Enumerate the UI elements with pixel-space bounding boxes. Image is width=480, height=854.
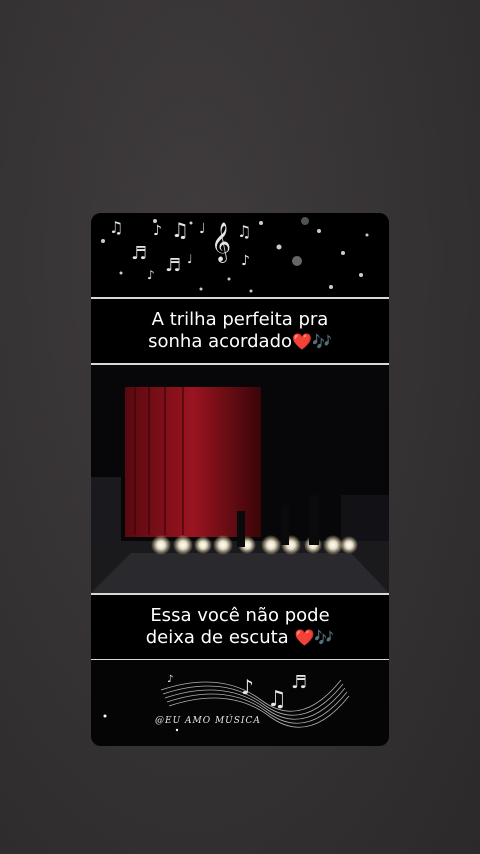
heart-music-emoji: ❤️🎶: [294, 628, 335, 647]
svg-text:♪: ♪: [241, 253, 250, 269]
watermark: @EU AMO MÚSICA: [155, 716, 261, 726]
video-card[interactable]: ♫ ♬ ♪ ♫ ♩ 𝄞 ♫ ♪ ♬ ♪ ♩ A trilha perfeita …: [91, 213, 389, 746]
svg-text:♩: ♩: [187, 252, 193, 266]
top-caption-line-1: A trilha perfeita pra: [151, 309, 329, 330]
svg-text:♪: ♪: [147, 268, 155, 282]
bottom-caption-line-1: Essa você não pode: [150, 605, 330, 626]
svg-text:♪: ♪: [241, 675, 254, 699]
svg-text:♪: ♪: [167, 674, 173, 685]
bottom-caption: Essa você não pode deixa de escuta ❤️🎶: [91, 595, 389, 659]
bottom-caption-line-2: deixa de escuta ❤️🎶: [145, 627, 335, 648]
svg-text:♩: ♩: [199, 221, 206, 237]
music-notes-icon: ♫ ♬ ♪ ♫ ♩ 𝄞 ♫ ♪ ♬ ♪ ♩: [91, 213, 389, 297]
svg-text:♬: ♬: [131, 243, 147, 264]
video-frame[interactable]: [91, 365, 389, 593]
svg-text:♫: ♫: [171, 218, 189, 242]
svg-text:♬: ♬: [165, 255, 181, 276]
svg-text:𝄞: 𝄞: [211, 222, 231, 263]
svg-text:♫: ♫: [267, 687, 287, 712]
svg-text:♬: ♬: [291, 672, 307, 693]
svg-text:♪: ♪: [153, 223, 162, 239]
svg-text:♫: ♫: [237, 222, 251, 241]
top-caption-line-2: sonha acordado❤️🎶: [148, 331, 332, 352]
heart-music-emoji: ❤️🎶: [292, 332, 332, 351]
music-wave-icon: ♪ ♫ ♬ ♪: [91, 660, 389, 746]
top-caption: A trilha perfeita pra sonha acordado❤️🎶: [91, 299, 389, 363]
svg-text:♫: ♫: [109, 218, 123, 237]
